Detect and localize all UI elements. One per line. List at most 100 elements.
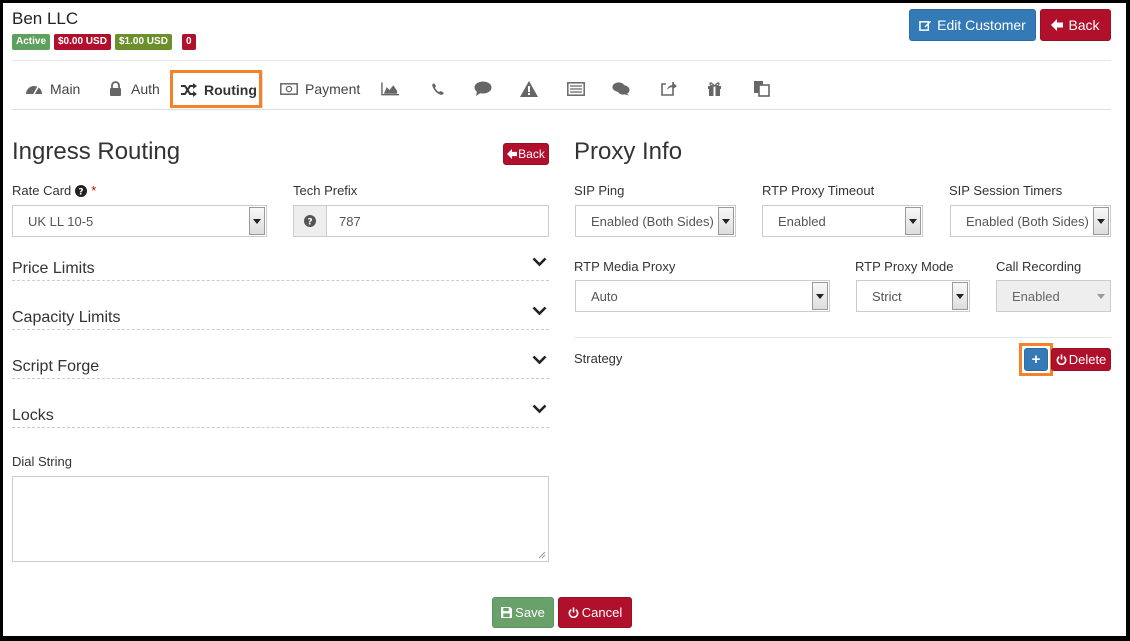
rtp-mode-select[interactable]: Strict <box>856 280 970 312</box>
page-frame: Ben LLC Active $0.00 USD $1.00 USD 0 Edi… <box>3 3 1126 636</box>
price-limits-section[interactable]: Price Limits <box>12 253 549 281</box>
share-icon <box>660 80 678 98</box>
help-icon[interactable]: ? <box>75 184 88 197</box>
tab-main[interactable]: Main <box>25 69 80 108</box>
arrow-left-icon <box>1051 19 1064 31</box>
tabs-divider <box>12 109 1111 110</box>
edit-icon <box>919 20 932 31</box>
comment-icon <box>474 80 492 98</box>
proxy-title: Proxy Info <box>574 138 683 165</box>
rate-card-label: Rate Card ? * <box>12 183 96 198</box>
capacity-limits-label: Capacity Limits <box>12 309 121 326</box>
tab-messages[interactable] <box>474 69 492 108</box>
required-mark: * <box>91 183 97 198</box>
tab-share[interactable] <box>660 69 678 108</box>
status-badge: Active <box>12 34 51 50</box>
balance-badge: $0.00 USD <box>54 34 111 50</box>
ingress-back-button[interactable]: Back <box>503 143 549 165</box>
rtp-mode-label: RTP Proxy Mode <box>855 259 954 274</box>
sip-ping-select[interactable]: Enabled (Both Sides) <box>575 205 736 237</box>
ingress-title: Ingress Routing <box>12 138 181 165</box>
warning-icon <box>520 80 538 98</box>
dial-string-label: Dial String <box>12 454 72 469</box>
locks-section[interactable]: Locks <box>12 400 549 428</box>
tab-auth[interactable]: Auth <box>106 69 160 108</box>
tab-main-label: Main <box>50 80 81 97</box>
chevron-down-icon <box>532 355 547 365</box>
delete-strategy-button[interactable]: Delete <box>1051 348 1111 371</box>
power-icon <box>1056 354 1067 365</box>
chevron-down-icon <box>1093 207 1109 235</box>
script-forge-section[interactable]: Script Forge <box>12 351 549 379</box>
tab-auth-label: Auth <box>131 80 160 97</box>
script-forge-label: Script Forge <box>12 358 100 375</box>
tab-gift[interactable] <box>705 69 723 108</box>
power-icon <box>568 607 579 618</box>
tech-prefix-input[interactable]: 787 <box>327 206 548 236</box>
divider <box>12 60 1111 61</box>
save-label: Save <box>515 605 545 620</box>
rtp-timeout-value: Enabled <box>778 213 826 229</box>
resize-handle-icon[interactable] <box>538 551 546 559</box>
svg-text:?: ? <box>79 187 84 197</box>
tab-alerts[interactable] <box>520 69 538 108</box>
ingress-back-label: Back <box>518 147 545 161</box>
chevron-down-icon <box>905 207 921 235</box>
area-chart-icon <box>381 80 399 98</box>
list-icon <box>567 80 585 98</box>
tab-routing-label: Routing <box>204 81 257 98</box>
locks-label: Locks <box>12 407 54 424</box>
rate-card-select[interactable]: UK LL 10-5 <box>12 205 267 237</box>
edit-customer-button[interactable]: Edit Customer <box>909 9 1036 41</box>
capacity-limits-section[interactable]: Capacity Limits <box>12 302 549 330</box>
edit-customer-label: Edit Customer <box>937 17 1026 33</box>
rtp-media-select[interactable]: Auto <box>575 280 830 312</box>
header-back-button[interactable]: Back <box>1040 9 1111 41</box>
tab-routing[interactable]: Routing <box>171 70 263 109</box>
sip-timers-select[interactable]: Enabled (Both Sides) <box>950 205 1111 237</box>
dial-string-textarea[interactable] <box>12 476 549 562</box>
arrow-left-icon <box>507 149 518 159</box>
cancel-label: Cancel <box>581 605 623 620</box>
phone-icon <box>429 80 447 98</box>
tech-prefix-group: ? 787 <box>293 205 549 237</box>
call-recording-value: Enabled <box>1012 288 1060 304</box>
floppy-icon <box>501 607 513 618</box>
tab-stats[interactable] <box>381 69 399 108</box>
dashboard-icon <box>25 80 43 98</box>
tab-payment[interactable]: Payment <box>280 69 360 108</box>
chevron-down-icon <box>249 207 265 235</box>
sip-ping-value: Enabled (Both Sides) <box>591 213 714 229</box>
cancel-button[interactable]: Cancel <box>558 597 632 628</box>
tab-list[interactable] <box>567 69 585 108</box>
copy-icon <box>752 80 770 98</box>
chevron-down-icon <box>532 306 547 316</box>
header-back-label: Back <box>1068 17 1100 33</box>
strategy-label: Strategy <box>574 351 623 366</box>
add-strategy-button[interactable]: + <box>1024 348 1048 371</box>
rtp-media-label: RTP Media Proxy <box>574 259 676 274</box>
comments-icon <box>612 80 630 98</box>
lock-icon <box>106 80 124 98</box>
chevron-down-icon <box>532 404 547 414</box>
price-limits-label: Price Limits <box>12 260 95 277</box>
svg-text:?: ? <box>307 218 312 228</box>
tab-calls[interactable] <box>429 69 447 108</box>
rate-card-value: UK LL 10-5 <box>28 213 94 229</box>
rtp-timeout-select[interactable]: Enabled <box>762 205 923 237</box>
tab-chat[interactable] <box>612 69 630 108</box>
count-badge: 0 <box>182 34 196 50</box>
call-recording-label: Call Recording <box>996 259 1082 274</box>
shuffle-icon <box>180 81 197 99</box>
strategy-divider <box>574 337 1111 338</box>
tab-documents[interactable] <box>752 69 770 108</box>
tab-payment-label: Payment <box>305 80 361 97</box>
tech-prefix-label: Tech Prefix <box>293 183 358 198</box>
save-button[interactable]: Save <box>492 597 554 628</box>
help-addon: ? <box>294 206 327 236</box>
rtp-media-value: Auto <box>591 288 618 304</box>
gift-icon <box>705 80 723 98</box>
credit-badge: $1.00 USD <box>115 34 172 50</box>
question-icon: ? <box>304 215 316 227</box>
chevron-down-icon <box>718 207 734 235</box>
